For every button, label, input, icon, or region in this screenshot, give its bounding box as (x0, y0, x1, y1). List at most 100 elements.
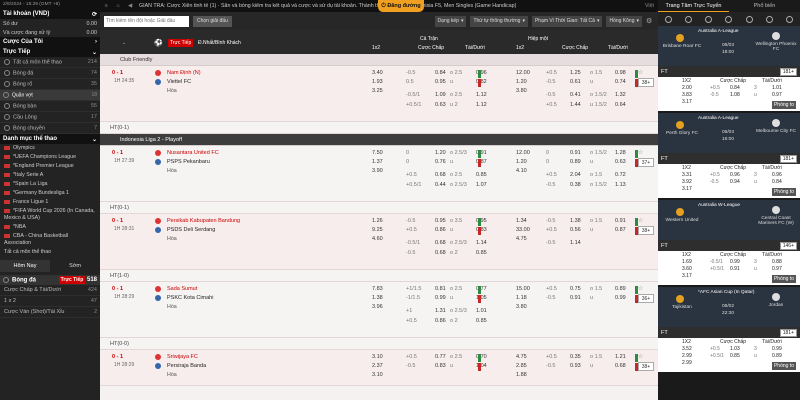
favorite-star-icon[interactable]: ☆ (638, 69, 643, 76)
card-odd[interactable]: 0.94 (730, 179, 740, 185)
odds-value[interactable]: -0.5 (546, 295, 555, 301)
odds-value[interactable]: 1.20 (516, 79, 527, 85)
odds-value[interactable]: 1.20 (516, 159, 527, 165)
odds-value[interactable]: 0.91 (615, 218, 626, 224)
odds-value[interactable]: 1.12 (476, 92, 487, 98)
odds-value[interactable]: 3.40 (372, 70, 383, 76)
odds-value[interactable]: u (590, 227, 593, 233)
sidebar-item-sport[interactable]: Bóng đá 74 (0, 68, 100, 79)
card-odd[interactable]: 1.08 (730, 92, 740, 98)
away-team[interactable]: PSPS Pekanbaru (167, 159, 210, 165)
odds-value[interactable]: -0.5/1 (406, 92, 420, 98)
league-item[interactable]: Olympics (0, 144, 100, 153)
odds-value[interactable]: o 2 (450, 250, 458, 256)
odds-value[interactable]: +0.5 (546, 286, 557, 292)
odds-value[interactable]: 33.00 (516, 227, 530, 233)
card-odd[interactable]: 0.96 (772, 172, 782, 178)
card-odd[interactable]: 3.17 (682, 273, 692, 279)
odds-value[interactable]: -0.5 (546, 182, 555, 188)
odds-value[interactable]: o 1.5 (590, 286, 602, 292)
odds-value[interactable]: 0.38 (570, 182, 581, 188)
card-odd[interactable]: -0.5 (710, 92, 719, 98)
odds-value[interactable]: 0.95 (435, 79, 446, 85)
card-odd[interactable]: u (754, 179, 757, 185)
odds-value[interactable]: -0.5 (406, 363, 415, 369)
sort-select[interactable]: Dạng kép ▾ (434, 15, 467, 27)
card-home[interactable]: Tajikistan (662, 305, 702, 310)
odds-value[interactable]: -0.5 (546, 79, 555, 85)
more-markets-button[interactable]: 37+ (638, 158, 654, 167)
card-odd[interactable]: -0.5 (710, 179, 719, 185)
odds-value[interactable]: 0 (546, 159, 549, 165)
order-select[interactable]: Thứ tự thông thường ▾ (470, 15, 528, 27)
odds-value[interactable]: 4.10 (516, 168, 527, 174)
odds-value[interactable]: +1 (406, 308, 412, 314)
category-header[interactable]: Danh mục thể thao ⌄ (0, 134, 100, 144)
odds-value[interactable]: 0.68 (615, 363, 626, 369)
odds-value[interactable]: 1.26 (372, 218, 383, 224)
away-team[interactable]: Viettel FC (167, 79, 191, 85)
odds-value[interactable]: 1.01 (476, 308, 487, 314)
odds-value[interactable]: 1.14 (570, 240, 581, 246)
odds-value[interactable]: 0.76 (435, 159, 446, 165)
card-odd[interactable]: 3.92 (682, 179, 692, 185)
odds-value[interactable]: 2.04 (570, 172, 581, 178)
more-markets-button[interactable]: 36+ (638, 294, 654, 303)
odds-value[interactable]: u (450, 363, 453, 369)
odds-value[interactable]: 1.44 (570, 102, 581, 108)
odds-value[interactable]: 3.90 (372, 168, 383, 174)
odds-value[interactable]: 0.95 (435, 218, 446, 224)
odds-value[interactable]: 0.98 (615, 70, 626, 76)
odds-value[interactable]: 9.25 (372, 227, 383, 233)
odds-value[interactable]: 0.72 (615, 172, 626, 178)
odds-value[interactable]: 15.00 (516, 286, 530, 292)
league-item[interactable]: France Ligue 1 (0, 198, 100, 207)
sidebar-item-all-sports[interactable]: Tất cả môn thể thao 214 (0, 57, 100, 68)
odds-value[interactable]: 1.34 (516, 218, 527, 224)
badminton-icon[interactable] (745, 15, 753, 23)
odds-value[interactable]: 0.91 (570, 150, 581, 156)
collapse-icon[interactable]: ⌄ (122, 40, 126, 46)
odds-value[interactable]: 0.68 (435, 250, 446, 256)
odds-value[interactable]: 0.35 (570, 354, 581, 360)
card-odd[interactable]: 1.01 (772, 85, 782, 91)
baseball-icon[interactable] (786, 15, 794, 23)
away-team[interactable]: Persiraja Banda (167, 363, 206, 369)
card-odd[interactable]: 3.17 (682, 99, 692, 105)
card-odd[interactable]: 3.52 (682, 346, 692, 352)
odds-value[interactable]: 1.28 (615, 150, 626, 156)
odds-value[interactable]: 0.68 (435, 240, 446, 246)
odds-value[interactable]: 1.14 (476, 240, 487, 246)
volleyball-icon[interactable] (725, 15, 733, 23)
card-home[interactable]: Brisbane Roar FC (662, 44, 702, 49)
card-odd[interactable]: 1.69 (682, 259, 692, 265)
card-odd[interactable]: 0.91 (730, 266, 740, 272)
odds-value[interactable]: -0.5 (406, 250, 415, 256)
language-select[interactable]: Việt (641, 3, 658, 9)
card-odd[interactable]: 0.96 (730, 172, 740, 178)
more-markets-button[interactable]: 38+ (638, 78, 654, 87)
odds-value[interactable]: -0.5 (546, 218, 555, 224)
odds-value[interactable]: 0.63 (435, 102, 446, 108)
tab-live-center[interactable]: Trang Tâm Trực Tuyến (658, 0, 729, 12)
search-input[interactable] (104, 15, 189, 27)
odds-value[interactable]: 3.25 (372, 88, 383, 94)
odds-value[interactable]: u (450, 295, 453, 301)
odds-value[interactable]: 4.60 (372, 236, 383, 242)
settings-icon[interactable]: ⚙ (646, 17, 654, 25)
odds-value[interactable]: 0.81 (435, 286, 446, 292)
odds-value[interactable]: 0.85 (476, 172, 487, 178)
league-group-header[interactable]: Club Friendly (100, 54, 658, 66)
card-odd[interactable]: 0.99 (772, 346, 782, 352)
odds-type-select[interactable]: Hồng Kông ▾ (606, 15, 642, 27)
odds-value[interactable]: 0.89 (570, 159, 581, 165)
odds-value[interactable]: o 2.5/3 (450, 150, 467, 156)
odds-value[interactable]: 1.12 (476, 102, 487, 108)
soccer-icon[interactable] (664, 15, 672, 23)
odds-value[interactable]: u (450, 159, 453, 165)
odds-value[interactable]: 1.32 (615, 92, 626, 98)
odds-value[interactable]: o 2.5/3 (450, 240, 467, 246)
favorite-star-icon[interactable]: ☆ (638, 353, 643, 360)
odds-value[interactable]: +0.5 (406, 227, 417, 233)
card-market-count[interactable]: 181+ (779, 328, 797, 337)
